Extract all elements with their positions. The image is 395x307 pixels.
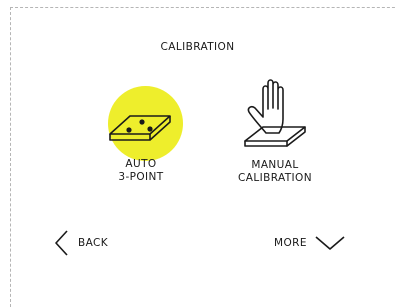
auto-3-point-label: AUTO 3-POINT (118, 158, 164, 183)
chevron-left-icon (55, 230, 68, 256)
manual-calibration-option[interactable]: MANUAL CALIBRATION (213, 75, 337, 193)
screen-title: CALIBRATION (160, 41, 235, 53)
auto-3-point-option[interactable]: AUTO 3-POINT (95, 80, 187, 192)
back-button[interactable]: BACK (54, 230, 108, 256)
more-label: MORE (274, 237, 307, 249)
bed-probe-icon (109, 115, 171, 141)
hand-on-bed-icon (244, 79, 306, 147)
manual-calibration-label: MANUAL CALIBRATION (238, 159, 312, 184)
more-button[interactable]: MORE (274, 230, 345, 256)
chevron-down-icon (315, 236, 345, 250)
back-label: BACK (78, 237, 109, 249)
